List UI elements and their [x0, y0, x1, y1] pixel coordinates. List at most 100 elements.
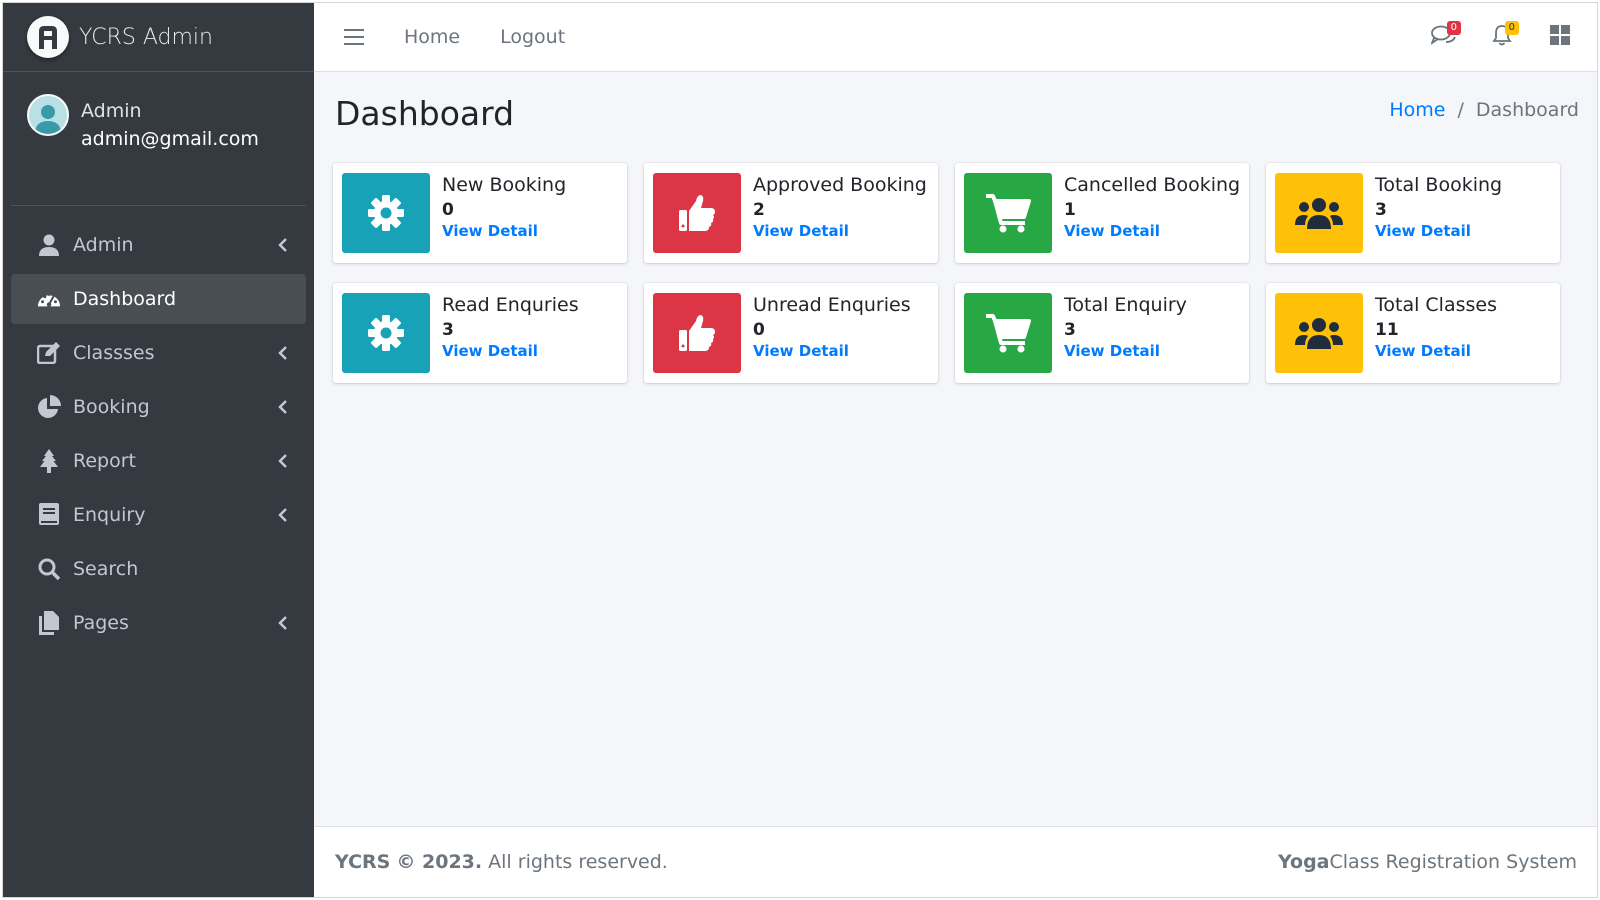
top-navbar: Home Logout 0 0 — [314, 3, 1597, 72]
sidebar-item-label: Search — [73, 558, 139, 580]
notifications-button[interactable]: 0 — [1487, 21, 1519, 51]
thumbs-up-icon — [653, 173, 741, 253]
sidebar-item-label: Admin — [73, 234, 134, 256]
app-window: YCRS Admin Admin admin@gmail.com Admin D… — [2, 2, 1598, 898]
apps-grid-button[interactable] — [1545, 23, 1575, 51]
footer-brand: YCRS — [335, 851, 391, 873]
sidebar-item-classses[interactable]: Classses — [11, 328, 306, 378]
stat-box-total-booking: Total Booking 3 View Detail — [1266, 163, 1560, 263]
stat-label: Total Booking — [1375, 174, 1503, 196]
thumbs-up-icon — [653, 293, 741, 373]
footer-system-rest: Class Registration System — [1329, 851, 1578, 873]
sidebar-item-report[interactable]: Report — [11, 436, 306, 486]
stat-label: Total Enquiry — [1064, 294, 1187, 316]
stat-value: 2 — [753, 200, 765, 220]
sidebar-item-admin[interactable]: Admin — [11, 220, 306, 270]
user-icon — [37, 233, 61, 257]
shopping-cart-icon — [964, 173, 1052, 253]
users-icon — [1275, 293, 1363, 373]
page-title: Dashboard — [335, 94, 515, 133]
book-icon — [37, 503, 61, 527]
stat-value: 1 — [1064, 200, 1076, 220]
sidebar-item-label: Booking — [73, 396, 150, 418]
footer-copyright: YCRS © 2023. All rights reserved. — [335, 851, 668, 873]
brand-title: YCRS Admin — [79, 24, 213, 50]
stat-value: 0 — [753, 320, 765, 340]
stat-label: Unread Enquries — [753, 294, 911, 316]
users-icon — [1275, 173, 1363, 253]
brand-link[interactable]: YCRS Admin — [3, 3, 314, 72]
view-detail-link[interactable]: View Detail — [1064, 342, 1187, 360]
sidebar-item-label: Classses — [73, 342, 155, 364]
stat-value: 3 — [1375, 200, 1387, 220]
chevron-left-icon — [278, 345, 288, 364]
chevron-left-icon — [278, 507, 288, 526]
stat-label: Total Classes — [1375, 294, 1497, 316]
sidebar-item-booking[interactable]: Booking — [11, 382, 306, 432]
sidebar: YCRS Admin Admin admin@gmail.com Admin D… — [3, 3, 314, 897]
content-wrapper: Dashboard Home / Dashboard New Booking 0… — [314, 72, 1597, 826]
chevron-left-icon — [278, 615, 288, 634]
view-detail-link[interactable]: View Detail — [1375, 342, 1497, 360]
top-link-logout[interactable]: Logout — [500, 26, 565, 48]
user-panel[interactable]: Admin admin@gmail.com — [11, 72, 306, 206]
pie-chart-icon — [37, 395, 61, 419]
footer: YCRS © 2023. All rights reserved. YogaCl… — [314, 826, 1597, 897]
stat-box-total-enquiry: Total Enquiry 3 View Detail — [955, 283, 1249, 383]
view-detail-link[interactable]: View Detail — [1375, 222, 1502, 240]
footer-rights: All rights reserved. — [488, 851, 668, 873]
stat-box-new-booking: New Booking 0 View Detail — [333, 163, 627, 263]
sidebar-item-label: Enquiry — [73, 504, 146, 526]
stat-value: 0 — [442, 200, 454, 220]
view-detail-link[interactable]: View Detail — [753, 222, 927, 240]
user-name[interactable]: Admin — [81, 100, 259, 122]
view-detail-link[interactable]: View Detail — [442, 342, 579, 360]
tree-icon — [37, 449, 61, 473]
top-link-home[interactable]: Home — [404, 26, 460, 48]
stat-box-approved-booking: Approved Booking 2 View Detail — [644, 163, 938, 263]
sidebar-item-label: Report — [73, 450, 136, 472]
sidebar-item-enquiry[interactable]: Enquiry — [11, 490, 306, 540]
breadcrumb-current: Dashboard — [1475, 99, 1579, 121]
stat-box-unread-enquries: Unread Enquries 0 View Detail — [644, 283, 938, 383]
sidebar-item-label: Pages — [73, 612, 129, 634]
grid-icon — [1550, 25, 1570, 49]
stat-label: New Booking — [442, 174, 567, 196]
stat-box-cancelled-booking: Cancelled Booking 1 View Detail — [955, 163, 1249, 263]
messages-button[interactable]: 0 — [1429, 21, 1461, 51]
sidebar-item-label: Dashboard — [73, 288, 177, 310]
footer-year: © 2023. — [396, 851, 483, 873]
stat-box-read-enquries: Read Enquries 3 View Detail — [333, 283, 627, 383]
sidebar-item-search[interactable]: Search — [11, 544, 306, 594]
cog-icon — [342, 293, 430, 373]
user-email: admin@gmail.com — [81, 128, 259, 150]
chevron-left-icon — [278, 399, 288, 418]
stat-value: 3 — [1064, 320, 1076, 340]
stat-value: 3 — [442, 320, 454, 340]
edit-icon — [37, 341, 61, 365]
view-detail-link[interactable]: View Detail — [753, 342, 911, 360]
user-avatar — [27, 94, 69, 136]
tachometer-icon — [37, 287, 61, 311]
copy-icon — [37, 611, 61, 635]
footer-system-name: YogaClass Registration System — [1278, 851, 1577, 873]
messages-count-badge: 0 — [1446, 21, 1461, 35]
search-icon — [37, 557, 61, 581]
breadcrumb: Home / Dashboard — [1389, 99, 1579, 121]
stat-label: Cancelled Booking — [1064, 174, 1241, 196]
sidebar-item-pages[interactable]: Pages — [11, 598, 306, 648]
chevron-left-icon — [278, 237, 288, 256]
hamburger-menu-icon[interactable] — [344, 29, 364, 45]
notifications-count-badge: 0 — [1504, 21, 1519, 35]
footer-system-bold: Yoga — [1278, 851, 1330, 873]
sidebar-item-dashboard[interactable]: Dashboard — [11, 274, 306, 324]
view-detail-link[interactable]: View Detail — [1064, 222, 1240, 240]
stat-value: 11 — [1375, 320, 1399, 340]
stat-box-total-classes: Total Classes 11 View Detail — [1266, 283, 1560, 383]
breadcrumb-home-link[interactable]: Home — [1389, 99, 1445, 121]
shopping-cart-icon — [964, 293, 1052, 373]
stat-label: Approved Booking — [753, 174, 927, 196]
sidebar-nav: Admin Dashboard Classses Booking Report … — [11, 220, 306, 652]
stat-label: Read Enquries — [442, 294, 579, 316]
view-detail-link[interactable]: View Detail — [442, 222, 566, 240]
